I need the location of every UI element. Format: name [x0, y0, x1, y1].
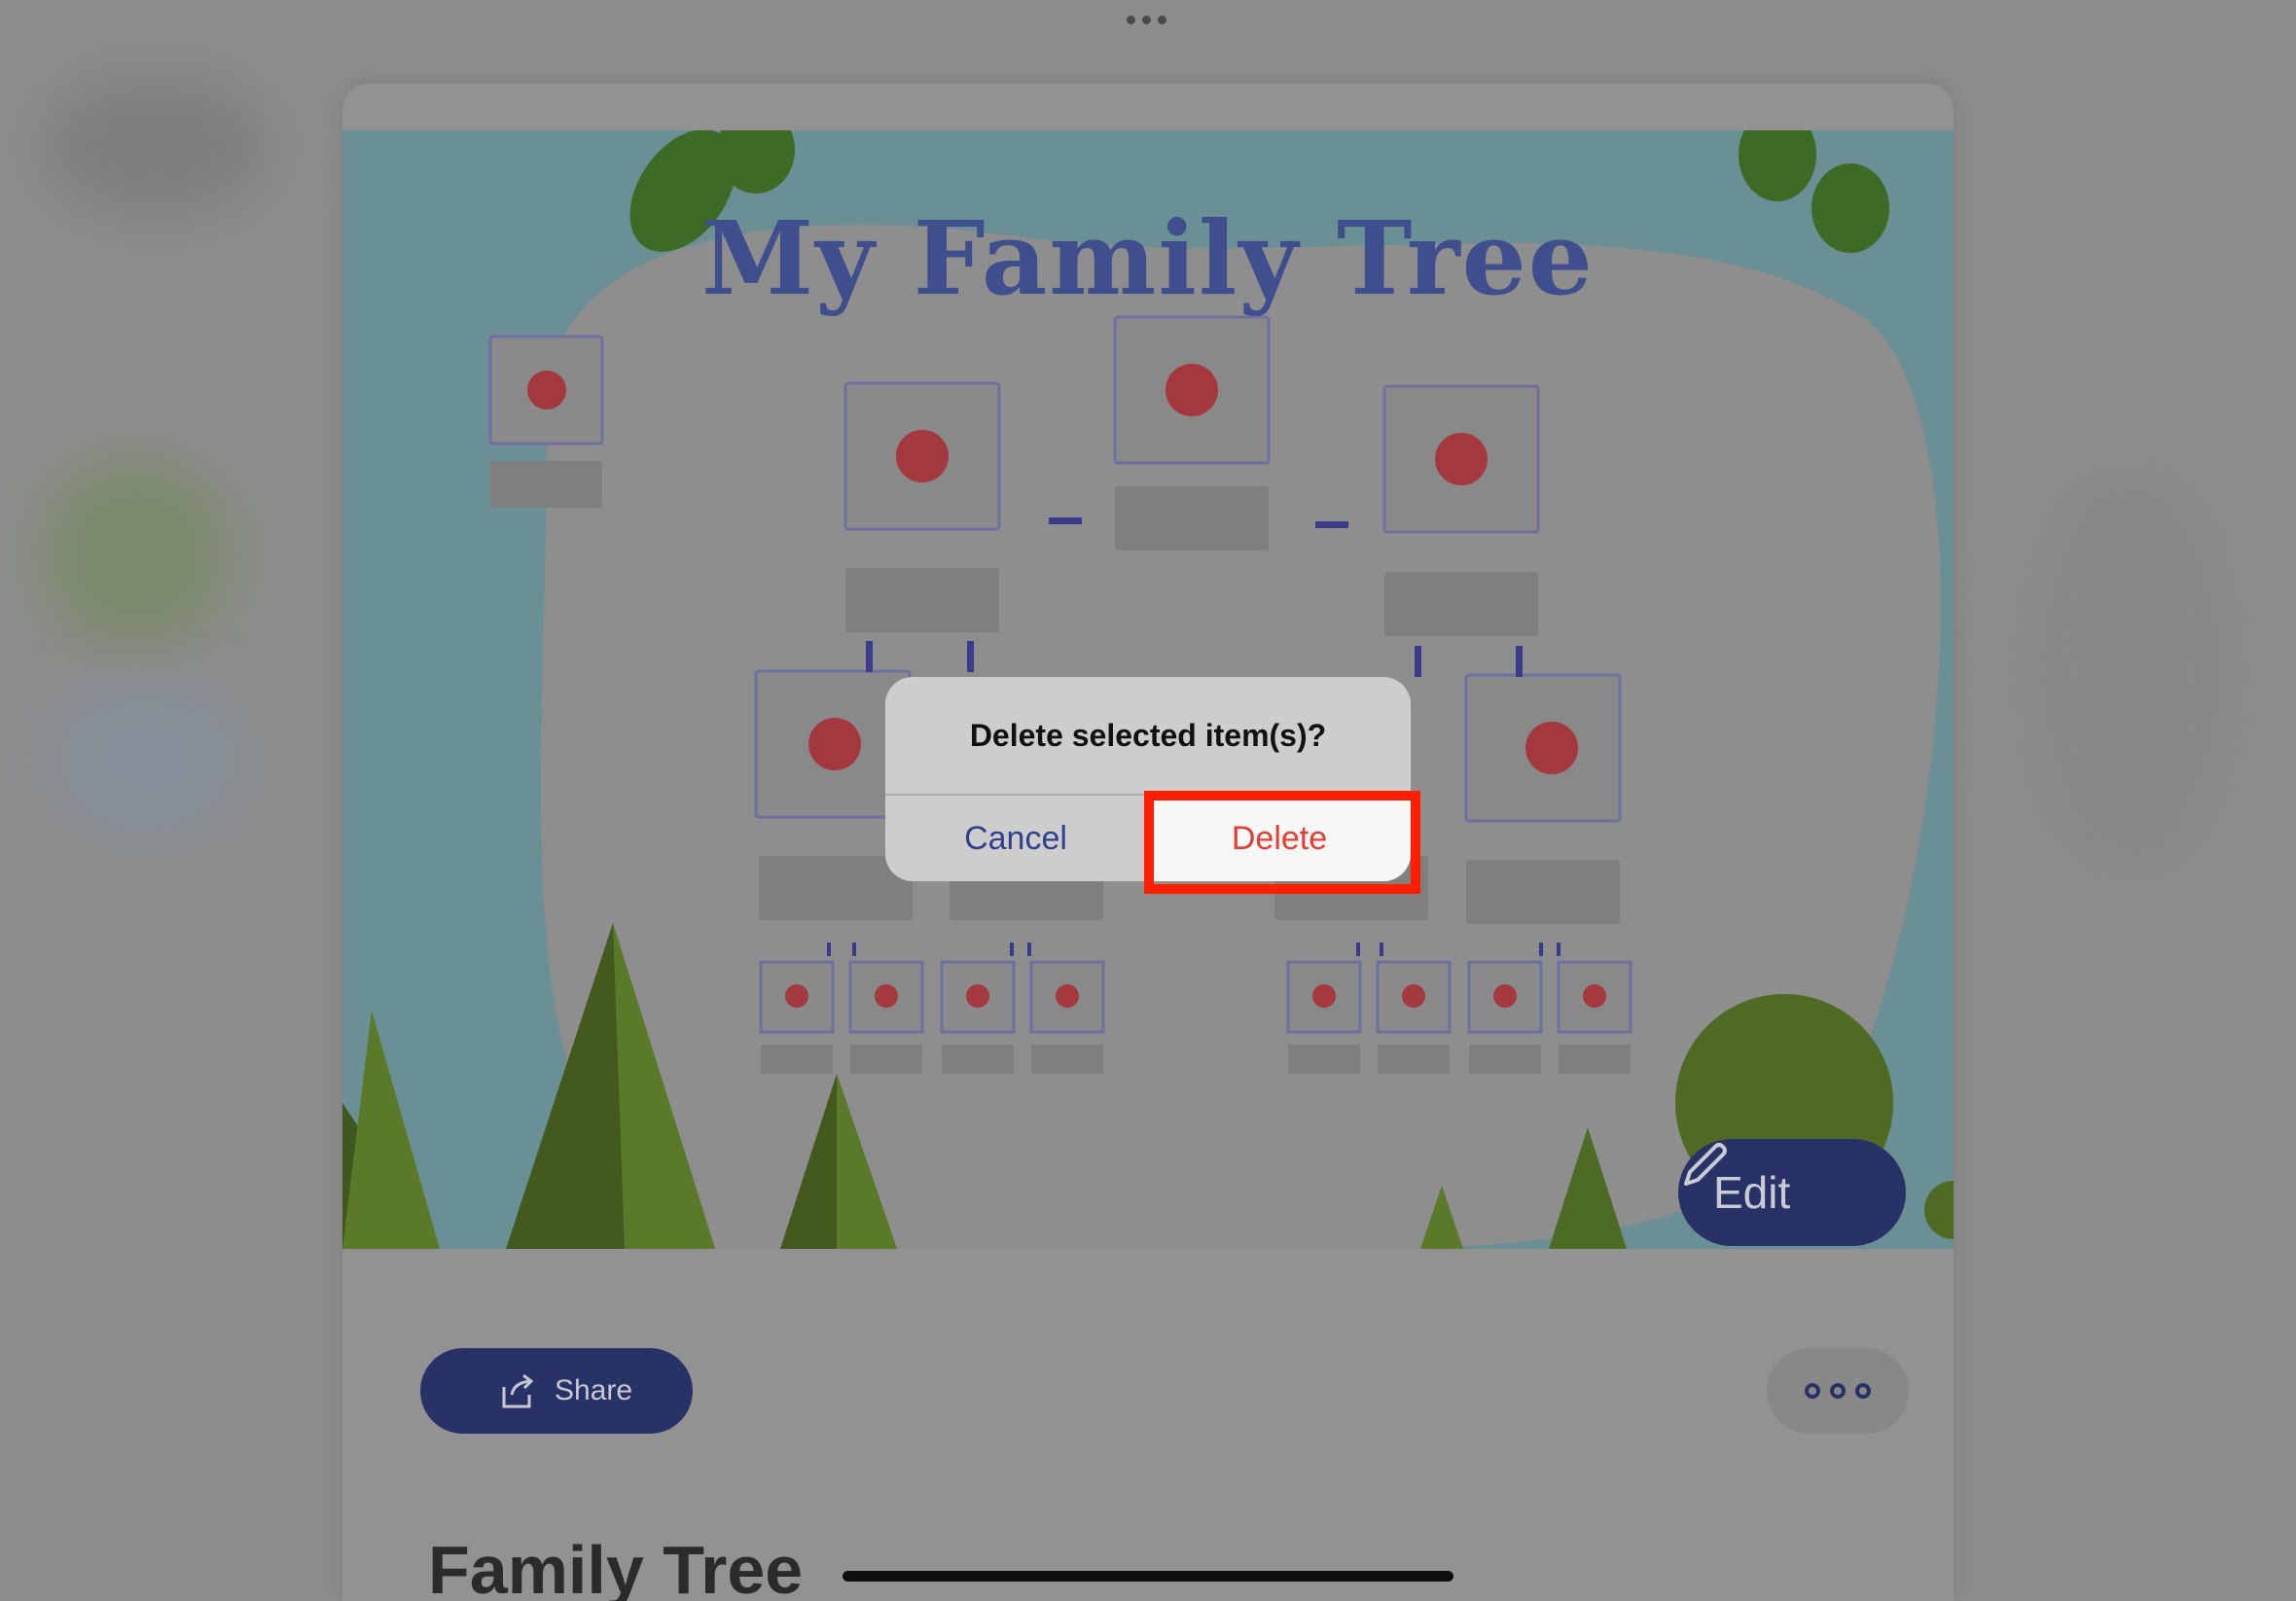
preview-heading: My Family Tree: [701, 198, 1595, 318]
share-button[interactable]: Share: [420, 1348, 693, 1434]
dialog-message: Delete selected item(s)?: [969, 717, 1327, 753]
share-button-label: Share: [555, 1374, 633, 1406]
dot-icon: [1805, 1383, 1820, 1399]
dot-icon: [1830, 1383, 1846, 1399]
home-indicator[interactable]: [843, 1571, 1453, 1582]
dot-icon: [1855, 1383, 1871, 1399]
pencil-icon: [1684, 1143, 1727, 1186]
edit-button[interactable]: Edit: [1678, 1139, 1906, 1246]
share-icon: [502, 1373, 534, 1408]
document-title: Family Tree: [428, 1532, 804, 1601]
background-blur: [2024, 467, 2238, 875]
window-grabber-dots[interactable]: [1127, 16, 1166, 24]
background-blur: [49, 681, 243, 836]
cancel-button[interactable]: Cancel: [885, 796, 1146, 881]
background-blur: [39, 78, 272, 214]
background-blur: [39, 457, 233, 652]
delete-button-highlight: [1144, 791, 1420, 894]
more-options-button[interactable]: [1767, 1348, 1909, 1434]
